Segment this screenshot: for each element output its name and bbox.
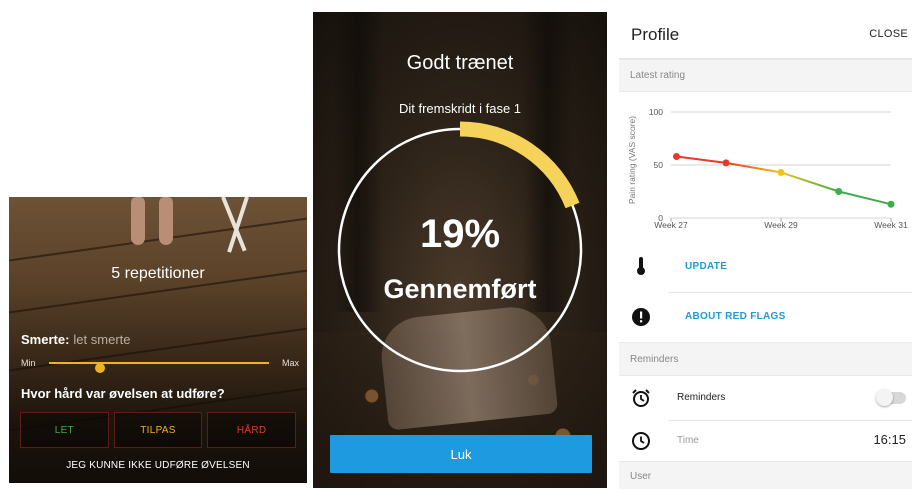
- user-section-header: User: [619, 461, 912, 489]
- chart-y-tick-label: 50: [654, 160, 664, 170]
- completed-label: Gennemført: [383, 274, 537, 304]
- clock-icon: [632, 432, 650, 450]
- chart-data-point: [722, 159, 730, 167]
- chart-x-ticks: Week 27 Week 29 Week 31: [654, 218, 908, 230]
- chart-line-segment: [725, 161, 782, 174]
- profile-header: Profile CLOSE: [619, 12, 912, 59]
- exercise-rating-screen: 5 repetitioner Smerte: let smerte Min Max…: [9, 197, 307, 483]
- latest-rating-section-header: Latest rating: [619, 59, 912, 92]
- slider-track[interactable]: [49, 362, 269, 373]
- chart-data-point: [673, 153, 680, 161]
- repetitions-title: 5 repetitioner: [111, 265, 205, 282]
- chart-series-line: [676, 155, 892, 206]
- difficulty-question: Hvor hård var øvelsen at udføre?: [21, 386, 225, 401]
- chart-data-point: [777, 168, 785, 176]
- chart-y-axis-label: Pain rating (VAS score): [627, 116, 637, 204]
- easy-button[interactable]: LET: [20, 412, 109, 448]
- chart-x-tick-label: Week 29: [764, 220, 798, 230]
- page-title: Profile: [631, 25, 680, 44]
- update-link[interactable]: UPDATE: [685, 261, 727, 272]
- chart-x-tick-label: Week 27: [654, 220, 688, 230]
- chart-grid: [671, 111, 891, 219]
- slider-max-label: Max: [281, 358, 299, 368]
- slider-thumb[interactable]: [94, 363, 105, 373]
- chart-x-tick-label: Week 31: [874, 220, 908, 230]
- could-not-perform-button[interactable]: JEG KUNNE IKKE UDFØRE ØVELSEN: [9, 460, 307, 471]
- chart-line-segment: [676, 155, 727, 164]
- pain-rating-chart: Pain rating (VAS score) 050100 Week 27 We…: [627, 107, 908, 230]
- time-row[interactable]: Time 16:15: [619, 421, 912, 465]
- reminders-toggle[interactable]: [876, 389, 906, 406]
- alert-icon: [632, 308, 650, 326]
- progress-percent: 19%: [419, 212, 501, 256]
- pain-value: let smerte: [73, 332, 131, 347]
- exercise-photo-legs: [127, 197, 187, 249]
- difficulty-buttons: LET TILPAS HÅRD: [20, 412, 297, 448]
- progress-ring-arc: [459, 121, 580, 209]
- profile-screen: Profile CLOSE Latest rating Pain rating …: [619, 12, 912, 489]
- toggle-knob[interactable]: [876, 389, 893, 406]
- chair-leg: [227, 197, 249, 253]
- chart-line-segment: [838, 190, 892, 206]
- about-red-flags-link[interactable]: ABOUT RED FLAGS: [685, 311, 786, 322]
- reminders-row[interactable]: Reminders: [619, 376, 912, 420]
- reminders-label: Reminders: [677, 392, 726, 403]
- progress-screen: Godt trænet Dit fremskridt i fase 1 19% …: [313, 12, 607, 488]
- chart-line-segment: [780, 171, 840, 193]
- pain-slider[interactable]: Min Max: [21, 357, 299, 373]
- chart-y-ticks: 050100: [649, 107, 663, 223]
- reminders-section-header: Reminders: [619, 342, 912, 376]
- pain-label: Smerte:: [21, 332, 70, 347]
- slider-min-label: Min: [21, 358, 36, 368]
- close-button[interactable]: Luk: [330, 435, 592, 473]
- moderate-button[interactable]: TILPAS: [113, 412, 203, 448]
- chart-data-point: [887, 200, 895, 208]
- time-value[interactable]: 16:15: [873, 432, 906, 447]
- update-row[interactable]: UPDATE: [619, 242, 912, 292]
- alarm-clock-icon: [632, 389, 650, 407]
- chart-data-point: [835, 188, 843, 195]
- red-flags-row[interactable]: ABOUT RED FLAGS: [619, 293, 912, 343]
- time-label: Time: [677, 435, 699, 446]
- hard-button[interactable]: HÅRD: [207, 412, 297, 448]
- screenshot-collage: 5 repetitioner Smerte: let smerte Min Max…: [0, 0, 912, 489]
- chart-y-tick-label: 100: [649, 107, 663, 117]
- pain-row: Smerte: let smerte: [21, 332, 131, 347]
- thermometer-icon: [637, 257, 645, 275]
- close-link[interactable]: CLOSE: [869, 28, 908, 40]
